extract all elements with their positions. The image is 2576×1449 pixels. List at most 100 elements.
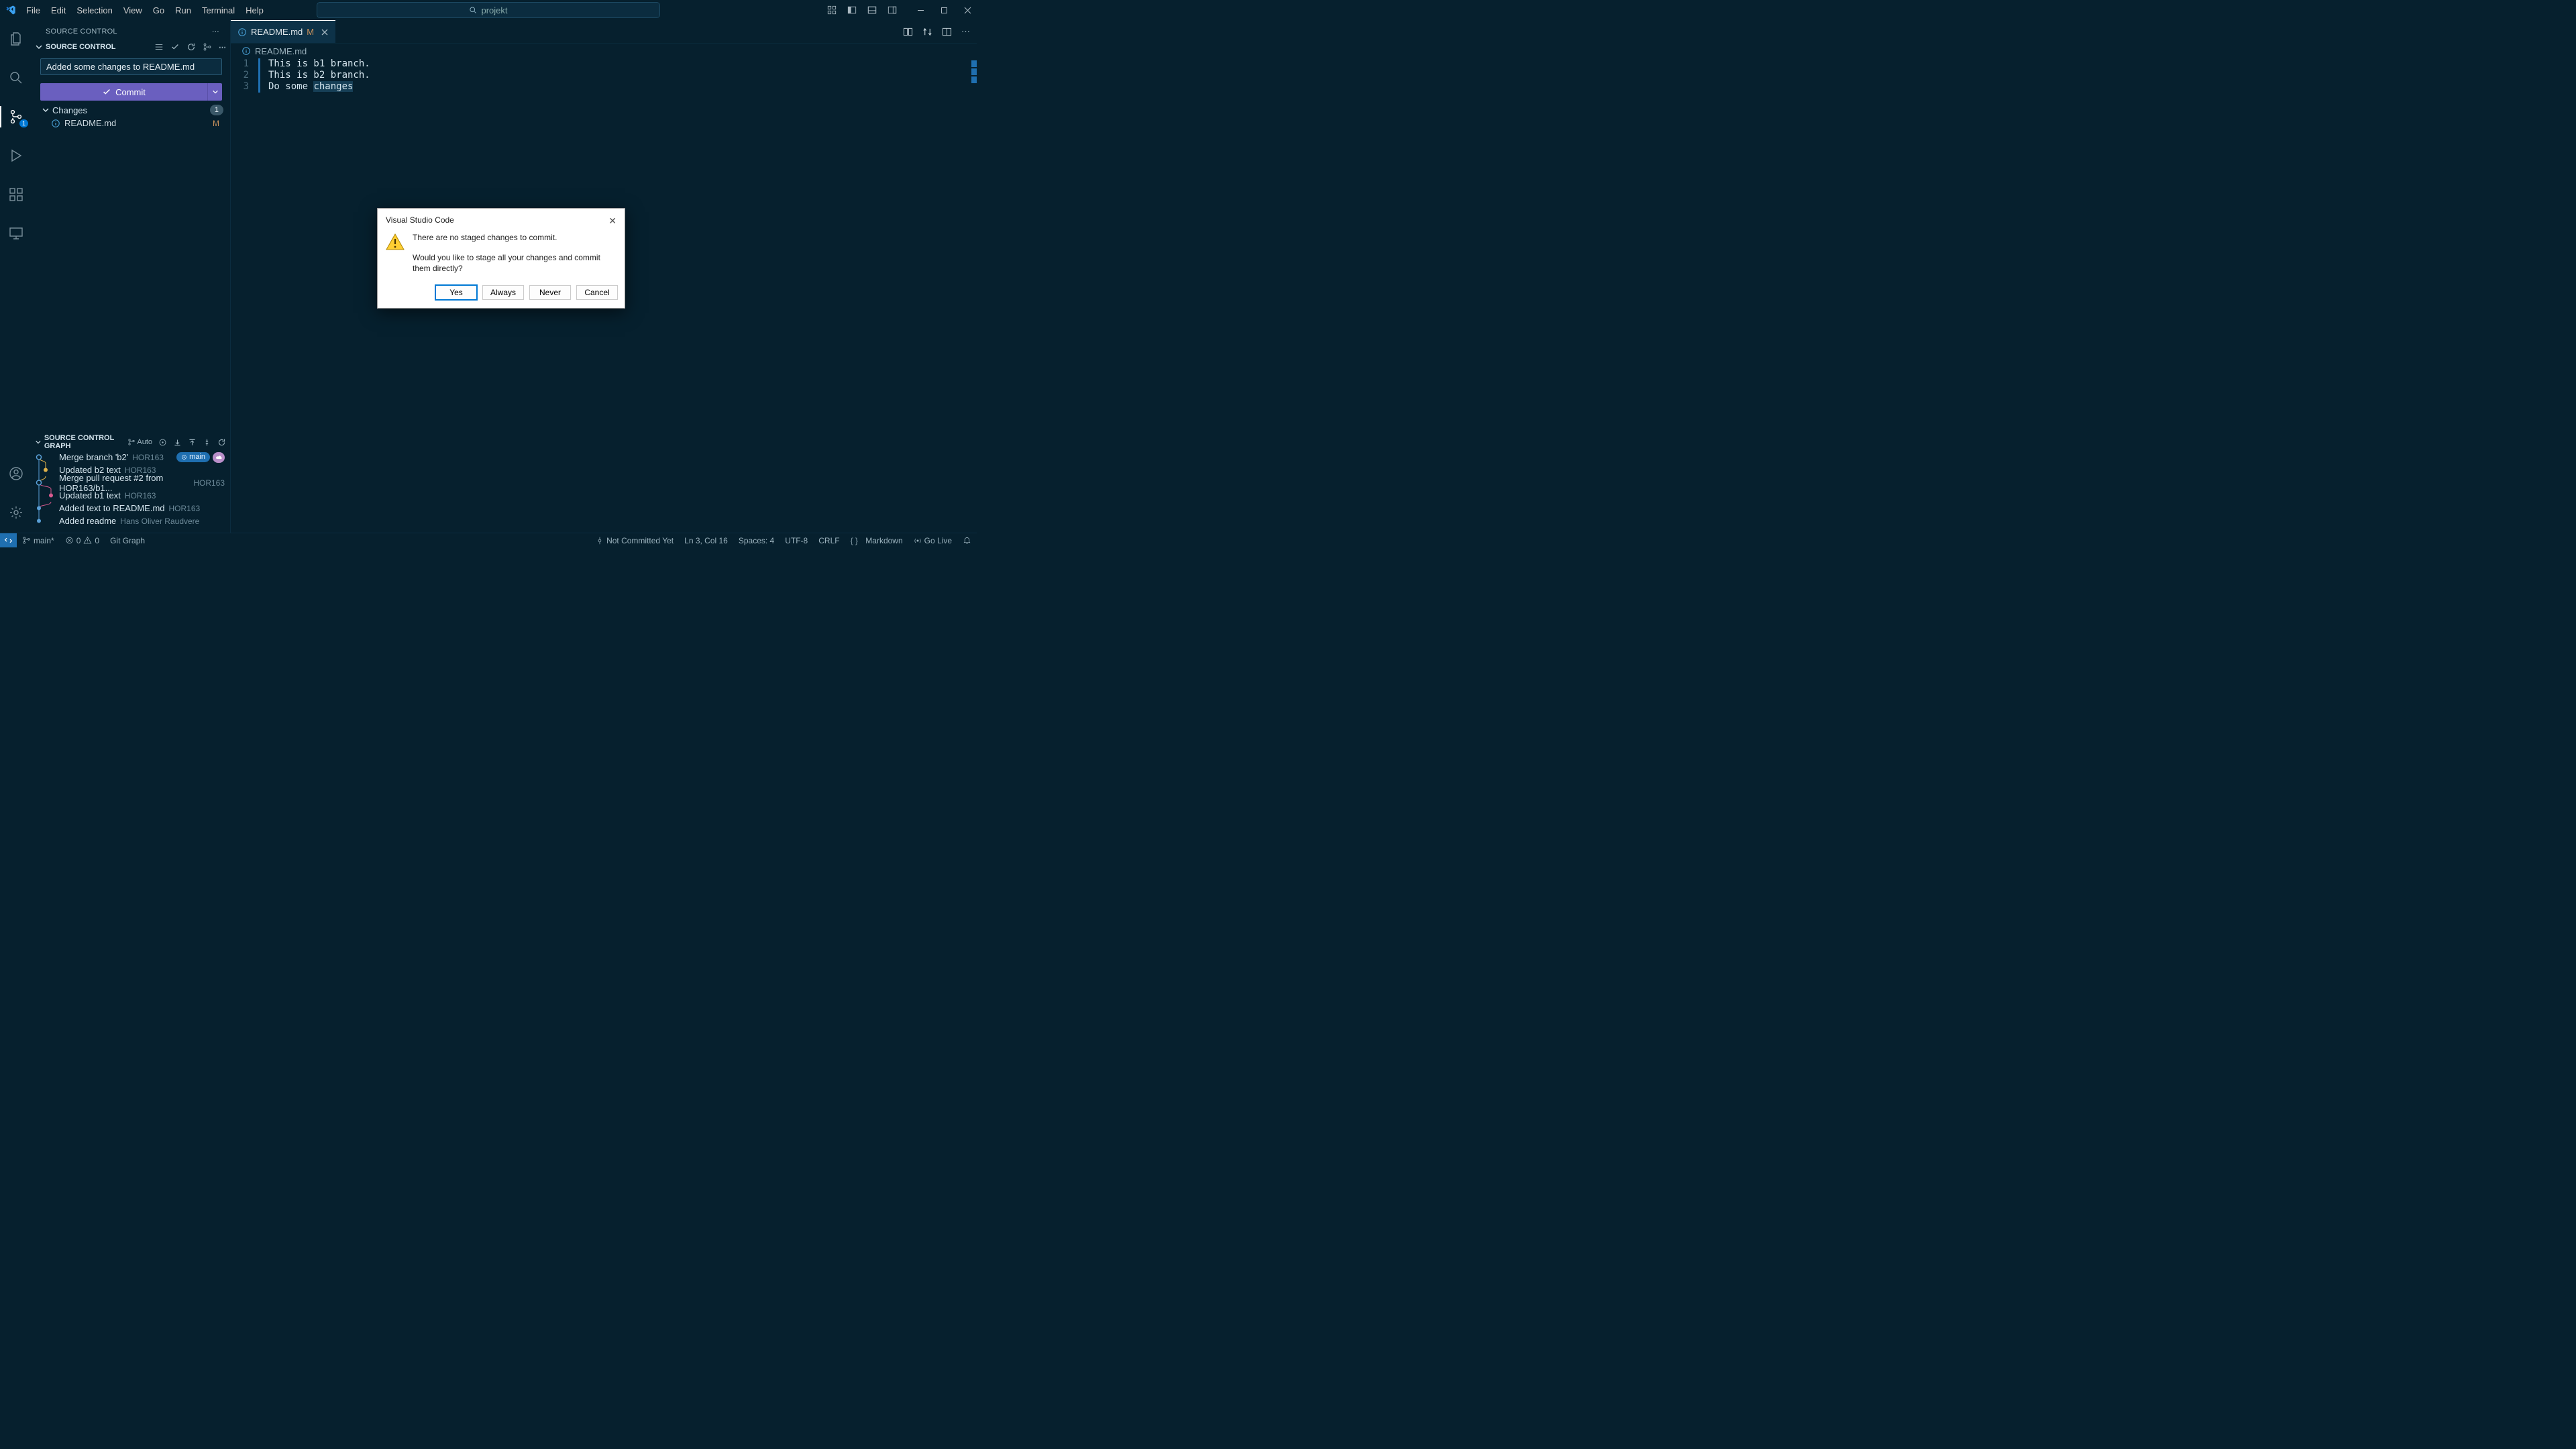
status-remote[interactable]	[0, 533, 17, 547]
menu-terminal[interactable]: Terminal	[197, 3, 239, 18]
menu-run[interactable]: Run	[170, 3, 196, 18]
activity-source-control[interactable]: 1	[0, 103, 32, 130]
maximize-icon[interactable]	[941, 7, 948, 14]
menu-go[interactable]: Go	[148, 3, 169, 18]
debug-icon	[8, 148, 24, 164]
graph-rows: Merge branch 'b2' HOR163 main Up	[32, 449, 230, 533]
dialog-always-button[interactable]: Always	[482, 285, 524, 300]
branch-pill-main[interactable]: main	[176, 452, 210, 462]
toggle-panel-icon[interactable]	[867, 5, 877, 15]
remote-pill[interactable]	[213, 452, 225, 463]
menu-file[interactable]: File	[21, 3, 45, 18]
tab-modified-indicator: M	[307, 27, 314, 37]
graph-auto-label: Auto	[137, 438, 152, 446]
status-position[interactable]: Ln 3, Col 16	[679, 536, 733, 545]
graph-fetch-icon[interactable]	[203, 438, 211, 447]
graph-row[interactable]: Merge branch 'b2' HOR163 main	[32, 451, 230, 464]
status-language-label: Markdown	[865, 536, 902, 545]
dialog-yes-button[interactable]: Yes	[435, 285, 477, 300]
activity-accounts[interactable]	[0, 460, 32, 487]
activity-run-debug[interactable]	[0, 142, 32, 169]
breadcrumb[interactable]: README.md	[231, 44, 977, 58]
graph-pull-icon[interactable]	[173, 438, 182, 447]
changed-file-row[interactable]: README.md M	[32, 117, 230, 129]
status-language[interactable]: { } Markdown	[845, 536, 908, 545]
commit-msg: Updated b1 text	[59, 490, 121, 500]
status-git-graph[interactable]: Git Graph	[105, 533, 150, 547]
diff-swap-icon[interactable]	[922, 27, 932, 37]
graph-auto-badge[interactable]: Auto	[127, 438, 152, 446]
menu-view[interactable]: View	[119, 3, 147, 18]
info-file-icon	[241, 46, 251, 56]
scm-graph-header[interactable]: SOURCE CONTROL GRAPH Auto	[32, 435, 230, 449]
activity-explorer[interactable]	[0, 25, 32, 52]
graph-refresh-icon[interactable]	[217, 438, 226, 447]
extensions-icon	[8, 186, 24, 203]
dialog-title: Visual Studio Code	[386, 215, 454, 227]
graph-row[interactable]: Added text to README.md HOR163	[32, 502, 230, 515]
code-area[interactable]: 1 2 3 This is b1 branch. This is b2 bran…	[231, 58, 977, 93]
scm-branch-action-icon[interactable]	[203, 42, 212, 52]
status-golive[interactable]: Go Live	[908, 536, 957, 545]
graph-row[interactable]: Added readme Hans Oliver Raudvere	[32, 515, 230, 527]
activity-remote-explorer[interactable]	[0, 220, 32, 247]
menu-selection[interactable]: Selection	[72, 3, 117, 18]
editor-more-icon[interactable]: ⋯	[961, 26, 970, 37]
menu-bar: File Edit Selection View Go Run Terminal…	[21, 3, 268, 18]
graph-row[interactable]: Updated b1 text HOR163	[32, 489, 230, 502]
activity-extensions[interactable]	[0, 181, 32, 208]
scm-check-icon[interactable]	[170, 42, 180, 52]
scm-refresh-icon[interactable]	[186, 42, 196, 52]
minimize-icon[interactable]	[917, 7, 924, 14]
status-notifications[interactable]	[957, 536, 977, 545]
search-icon	[8, 70, 24, 86]
activity-search[interactable]	[0, 64, 32, 91]
dialog-never-button[interactable]: Never	[529, 285, 571, 300]
status-encoding[interactable]: UTF-8	[780, 536, 813, 545]
line-number: 3	[231, 81, 260, 93]
menu-help[interactable]: Help	[241, 3, 268, 18]
sidebar: SOURCE CONTROL ⋯ SOURCE CONTROL ⋯ Commit	[32, 20, 231, 533]
command-center[interactable]: projekt	[317, 2, 660, 18]
warning-icon	[83, 536, 92, 545]
command-center-text: projekt	[481, 5, 507, 15]
graph-push-icon[interactable]	[188, 438, 197, 447]
graph-lane	[32, 476, 59, 489]
split-editor-icon[interactable]	[942, 27, 952, 37]
toggle-primary-sidebar-icon[interactable]	[847, 5, 857, 15]
changes-group[interactable]: Changes 1	[32, 102, 230, 117]
dialog-cancel-button[interactable]: Cancel	[576, 285, 618, 300]
activity-settings[interactable]	[0, 499, 32, 526]
info-file-icon	[51, 119, 60, 128]
line-gutter: 1 2 3	[231, 58, 260, 93]
status-problems[interactable]: 0 0	[60, 533, 105, 547]
dialog-close-icon[interactable]: ✕	[608, 215, 616, 227]
toggle-secondary-sidebar-icon[interactable]	[888, 5, 897, 15]
status-blame[interactable]: Not Committed Yet	[590, 536, 679, 545]
status-branch[interactable]: main*	[17, 533, 60, 547]
sidebar-more-icon[interactable]: ⋯	[212, 27, 219, 36]
status-eol[interactable]: CRLF	[813, 536, 845, 545]
commit-dropdown[interactable]	[207, 83, 222, 101]
open-changes-icon[interactable]	[903, 27, 913, 37]
tab-actions: ⋯	[903, 20, 977, 43]
tab-readme[interactable]: README.md M	[231, 20, 335, 43]
layout-grid-icon[interactable]	[827, 5, 837, 15]
scm-more-icon[interactable]: ⋯	[219, 43, 226, 52]
status-branch-label: main*	[34, 536, 54, 545]
menu-edit[interactable]: Edit	[46, 3, 70, 18]
scm-badge: 1	[19, 119, 28, 127]
sidebar-title: SOURCE CONTROL ⋯	[32, 20, 230, 40]
commit-button[interactable]: Commit	[40, 83, 207, 101]
tab-close-icon[interactable]	[321, 28, 329, 36]
scm-section-header[interactable]: SOURCE CONTROL ⋯	[32, 40, 230, 54]
scm-view-tree-icon[interactable]	[154, 42, 164, 52]
graph-target-icon[interactable]	[158, 438, 167, 447]
graph-row[interactable]: Merge pull request #2 from HOR163/b1... …	[32, 476, 230, 489]
commit-msg: Added text to README.md	[59, 503, 165, 513]
branch-pill-label: main	[189, 452, 205, 462]
close-window-icon[interactable]	[964, 7, 971, 14]
status-spaces[interactable]: Spaces: 4	[733, 536, 780, 545]
commit-msg: Added readme	[59, 516, 116, 526]
commit-message-input[interactable]	[40, 58, 222, 75]
